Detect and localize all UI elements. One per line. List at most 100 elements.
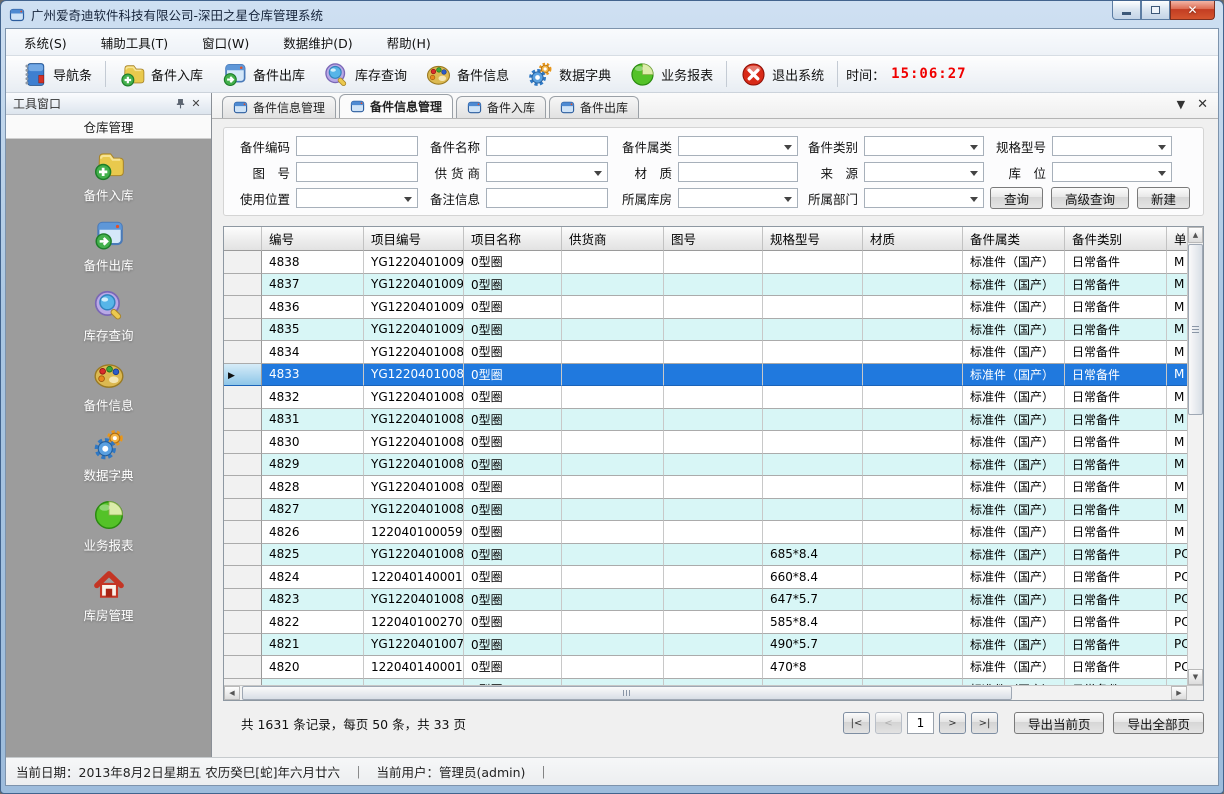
table-row[interactable]: 4832 YG12204010087 0型圈 标准件（国产） (224, 386, 1187, 409)
last-page-button[interactable]: >| (971, 712, 998, 734)
first-page-button[interactable]: |< (843, 712, 870, 734)
usage-position-select[interactable] (296, 188, 418, 208)
toolbar-button[interactable]: 业务报表 (620, 61, 722, 88)
table-row[interactable]: 4831 YG12204010086 0型圈 标准件（国产） (224, 409, 1187, 432)
table-row[interactable]: 4836 YG12204010091 0型圈 标准件（国产） (224, 296, 1187, 319)
table-row[interactable]: 4827 YG12204010082 0型圈 标准件（国产） (224, 499, 1187, 522)
toolbar-button[interactable]: 导航条 (12, 61, 101, 88)
scroll-right-icon[interactable]: ▶ (1171, 686, 1187, 700)
column-header[interactable]: 规格型号 (763, 227, 863, 251)
menu-item[interactable]: 帮助(H) (387, 33, 431, 52)
title-bar[interactable]: 广州爱奇迪软件科技有限公司-深田之星仓库管理系统 (1, 1, 1223, 28)
table-row[interactable]: 4823 YG12204010080 0型圈 647*5.7 标准件（国产） (224, 589, 1187, 612)
minimize-button[interactable] (1112, 1, 1141, 20)
table-row[interactable]: 4826 1220401000599 0型圈 标准件（国产） (224, 521, 1187, 544)
column-header[interactable]: 备件类别 (1065, 227, 1167, 251)
tab[interactable]: 备件入库 (456, 96, 546, 118)
source-select[interactable] (864, 162, 984, 182)
column-header[interactable]: 材质 (863, 227, 963, 251)
table-row[interactable]: 4820 1220401400013 0型圈 470*8 标准件（国产） (224, 656, 1187, 679)
dock-item[interactable]: 备件入库 (49, 148, 169, 204)
table-row[interactable]: 4833 YG12204010088 0型圈 标准件（国产） (224, 364, 1187, 387)
table-row[interactable]: 4829 YG12204010084 0型圈 标准件（国产） (224, 454, 1187, 477)
search-row-1: 备件编码 备件名称 备件属类 备件类别 规格型号 (232, 135, 1195, 157)
toolbar-button[interactable]: 备件信息 (416, 61, 518, 88)
warehouse-select[interactable] (678, 188, 798, 208)
part-category-select[interactable] (864, 136, 984, 156)
supplier-select[interactable] (486, 162, 608, 182)
toolbar-button[interactable] (837, 61, 838, 87)
tab[interactable]: 备件出库 (549, 96, 639, 118)
toolbar-button[interactable]: 库存查询 (314, 61, 416, 88)
toolbar-button[interactable]: 备件入库 (110, 61, 212, 88)
column-header[interactable]: 项目编号 (364, 227, 464, 251)
table-row[interactable]: 4838 YG12204010093 0型圈 标准件（国产） (224, 251, 1187, 274)
advanced-query-button[interactable]: 高级查询 (1051, 187, 1129, 209)
part-name-input[interactable] (486, 136, 608, 156)
scroll-down-icon[interactable]: ▼ (1188, 669, 1203, 685)
drawing-no-input[interactable] (296, 162, 418, 182)
column-header[interactable]: 供货商 (562, 227, 664, 251)
pin-button[interactable] (172, 96, 188, 112)
prev-page-button[interactable]: < (875, 712, 902, 734)
spec-model-select[interactable] (1052, 136, 1172, 156)
restore-button[interactable] (1141, 1, 1170, 20)
next-page-button[interactable]: > (939, 712, 966, 734)
table-row[interactable]: 4822 1220401002700 0型圈 585*8.4 标准件（国产） (224, 611, 1187, 634)
part-code-input[interactable] (296, 136, 418, 156)
toolbar-button[interactable]: 备件出库 (212, 61, 314, 88)
column-header[interactable]: 编号 (262, 227, 364, 251)
dock-item[interactable]: 备件信息 (49, 358, 169, 414)
export-all-pages-button[interactable]: 导出全部页 (1113, 712, 1204, 734)
dock-group-header[interactable]: 仓库管理 (6, 115, 211, 139)
field-label: 备注信息 (424, 189, 480, 208)
table-row[interactable]: 4828 YG12204010083 0型圈 标准件（国产） (224, 476, 1187, 499)
toolbar-button[interactable]: 退出系统 (731, 61, 833, 88)
vertical-scrollbar[interactable]: ▲ ▼ (1187, 227, 1203, 685)
menu-item[interactable]: 数据维护(D) (283, 33, 352, 52)
table-row[interactable]: 4834 YG12204010089 0型圈 标准件（国产） (224, 341, 1187, 364)
scroll-up-icon[interactable]: ▲ (1188, 227, 1203, 243)
tab[interactable]: 备件信息管理 (339, 94, 453, 118)
table-row[interactable]: 4821 YG12204010079 0型圈 490*5.7 标准件（国产） (224, 634, 1187, 657)
chevron-down-icon[interactable]: ▼ (1177, 99, 1185, 110)
menu-item[interactable]: 窗口(W) (202, 33, 249, 52)
column-header[interactable]: 备件属类 (963, 227, 1065, 251)
table-row[interactable]: 4825 YG12204010081 0型圈 685*8.4 标准件（国产） (224, 544, 1187, 567)
column-header[interactable]: 项目名称 (464, 227, 562, 251)
dock-close-button[interactable]: ✕ (188, 96, 204, 112)
dock-item[interactable]: 库存查询 (49, 288, 169, 344)
horizontal-scroll-thumb[interactable] (242, 686, 1012, 700)
horizontal-scrollbar[interactable]: ◀ ▶ (224, 686, 1187, 700)
column-header[interactable]: 图号 (664, 227, 763, 251)
close-button[interactable]: ✕ (1170, 1, 1215, 20)
menu-item[interactable]: 系统(S) (24, 33, 67, 52)
cell-number: 4827 (262, 499, 364, 522)
bin-location-select[interactable] (1052, 162, 1172, 182)
menu-item[interactable]: 辅助工具(T) (101, 33, 168, 52)
dock-item[interactable]: 数据字典 (49, 428, 169, 484)
column-header[interactable]: 单位 (1167, 227, 1187, 251)
query-button[interactable]: 查询 (990, 187, 1043, 209)
table-row[interactable]: 4835 YG12204010090 0型圈 标准件（国产） (224, 319, 1187, 342)
create-button[interactable]: 新建 (1137, 187, 1190, 209)
table-row[interactable]: 4824 1220401400012 0型圈 660*8.4 标准件（国产） (224, 566, 1187, 589)
material-input[interactable] (678, 162, 798, 182)
toolbar-button[interactable] (726, 61, 727, 87)
table-row[interactable]: 4830 YG12204010085 0型圈 标准件（国产） (224, 431, 1187, 454)
scroll-left-icon[interactable]: ◀ (224, 686, 240, 700)
dock-item[interactable]: 备件出库 (49, 218, 169, 274)
part-genus-select[interactable] (678, 136, 798, 156)
dock-item[interactable]: 库房管理 (49, 568, 169, 624)
remarks-input[interactable] (486, 188, 608, 208)
dock-item[interactable]: 业务报表 (49, 498, 169, 554)
export-current-page-button[interactable]: 导出当前页 (1014, 712, 1105, 734)
department-select[interactable] (864, 188, 984, 208)
page-number-input[interactable] (907, 712, 934, 734)
toolbar-button[interactable] (105, 61, 106, 87)
vertical-scroll-thumb[interactable] (1188, 244, 1203, 415)
toolbar-button[interactable]: 数据字典 (518, 61, 620, 88)
tab-close-icon[interactable]: ✕ (1197, 98, 1208, 111)
tab[interactable]: 备件信息管理 (222, 96, 336, 118)
table-row[interactable]: 4837 YG12204010092 0型圈 标准件（国产） (224, 274, 1187, 297)
